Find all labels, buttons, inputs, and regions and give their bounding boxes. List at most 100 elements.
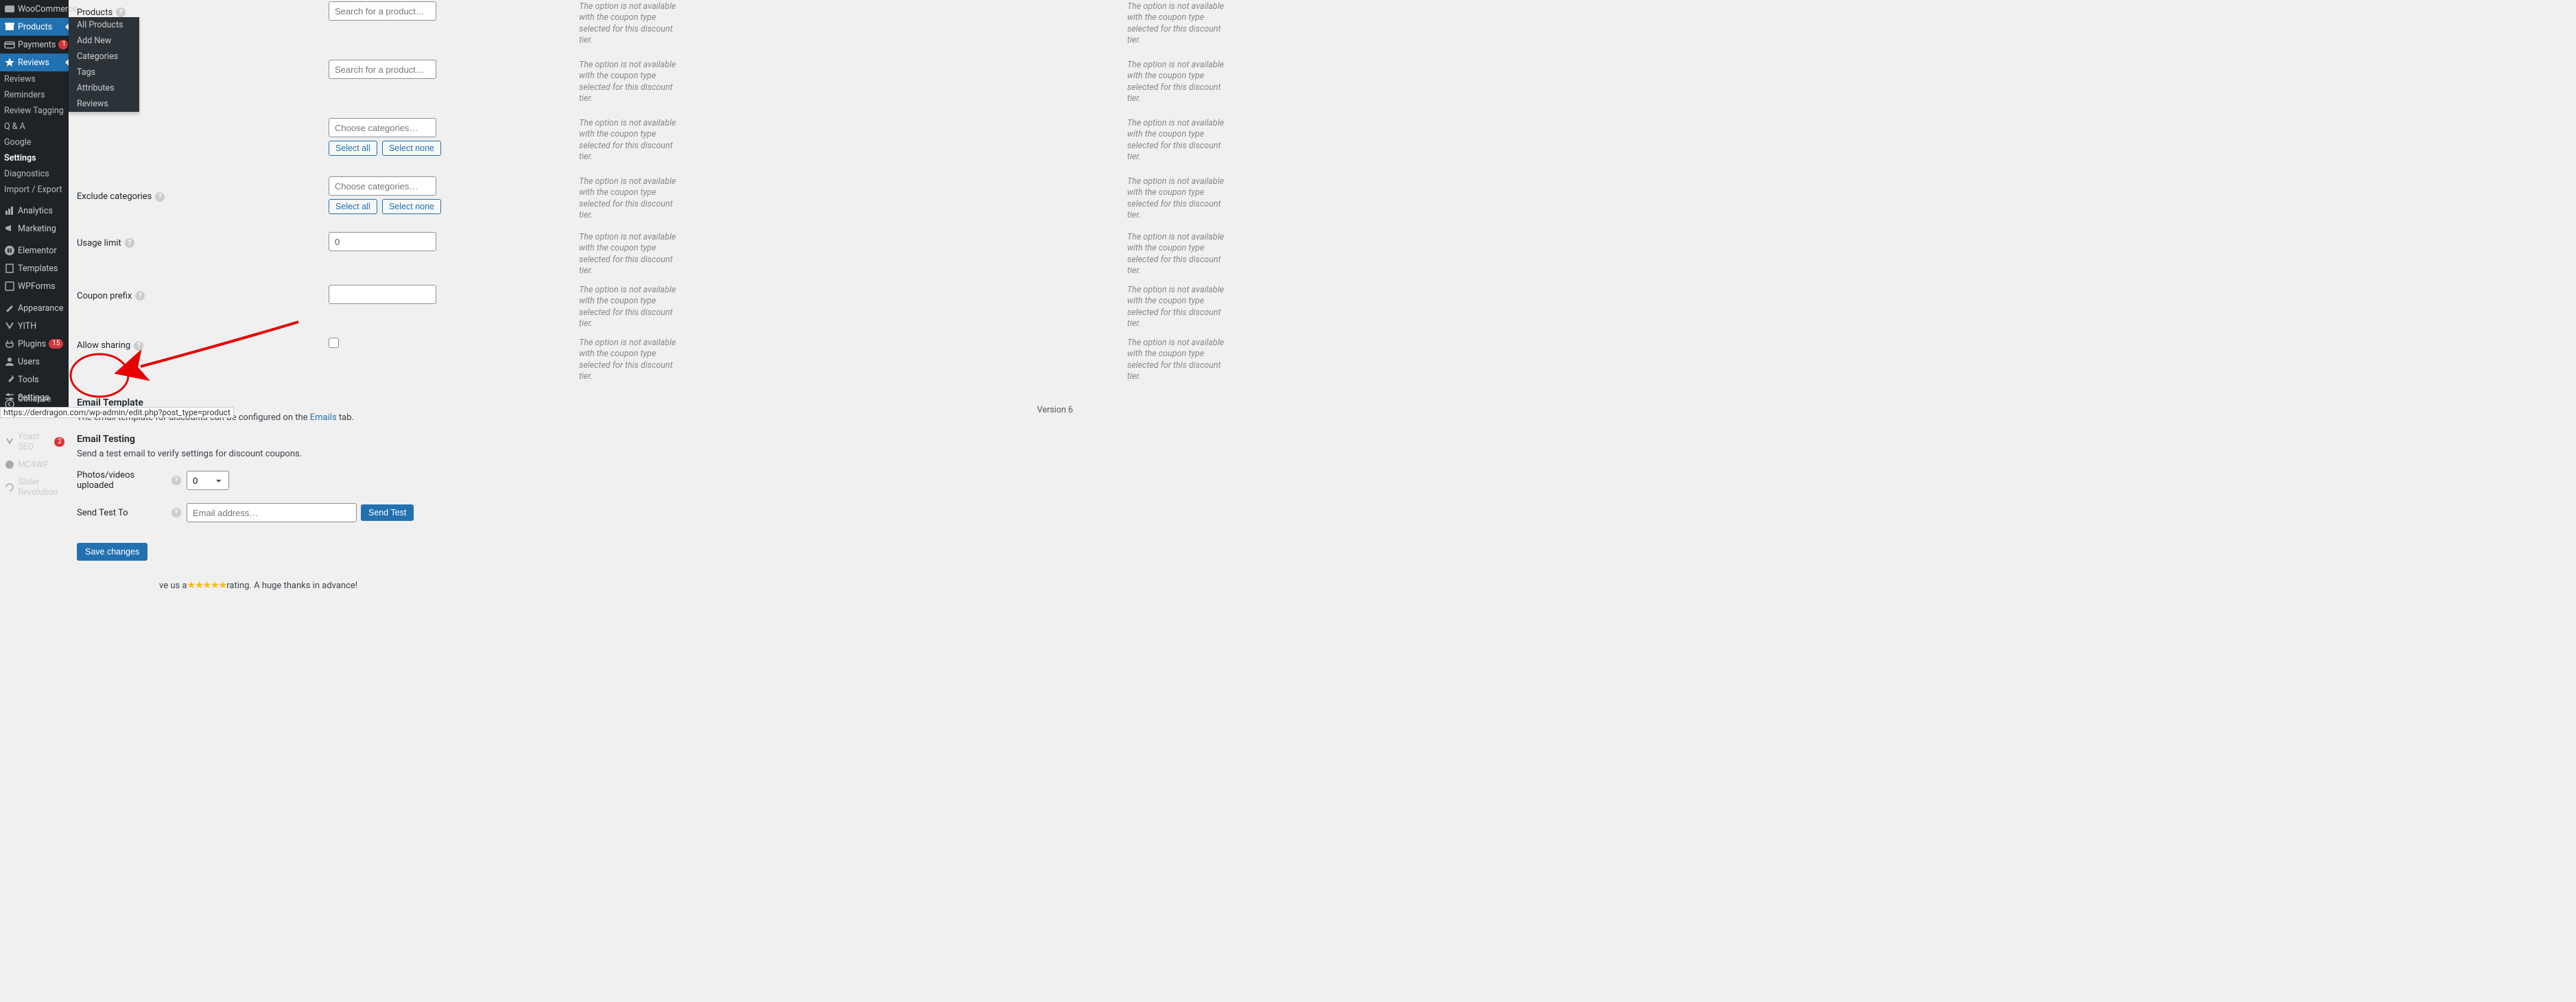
sidebar-item-plugins[interactable]: Plugins 15	[0, 335, 69, 353]
badge: 2	[54, 437, 64, 447]
products-search-input-2[interactable]	[329, 60, 436, 79]
sidebar-sub-settings[interactable]: Settings	[0, 150, 69, 166]
allow-sharing-checkbox[interactable]	[329, 338, 339, 348]
select-none-button[interactable]: Select none	[382, 199, 441, 214]
sidebar-label: Slider Revolution	[18, 477, 64, 498]
save-changes-button[interactable]: Save changes	[77, 543, 147, 561]
sidebar-label: Appearance	[18, 303, 64, 314]
user-icon	[4, 356, 15, 367]
sidebar-item-templates[interactable]: Templates	[0, 259, 69, 277]
select-none-button[interactable]: Select none	[382, 141, 441, 156]
sidebar-item-wpforms[interactable]: WPForms	[0, 277, 69, 295]
categories-input[interactable]	[329, 118, 436, 137]
sidebar-sub-google[interactable]: Google	[0, 135, 69, 150]
sidebar-label: Elementor	[18, 246, 57, 256]
form-row-usage-limit: Usage limit The option is not available …	[77, 232, 1067, 277]
elementor-icon	[4, 245, 15, 256]
sidebar-item-appearance[interactable]: Appearance	[0, 299, 69, 317]
form-row-categories: Select all Select none The option is not…	[77, 118, 1067, 163]
email-testing-description: Send a test email to verify settings for…	[77, 449, 1067, 459]
emails-link[interactable]: Emails	[310, 412, 337, 423]
sidebar-item-yith[interactable]: YITH	[0, 317, 69, 335]
footer-rating: ve us a ★★★★★ rating. A huge thanks in a…	[77, 580, 1067, 591]
note-unavailable: The option is not available with the cou…	[1127, 232, 1230, 277]
note-unavailable: The option is not available with the cou…	[1127, 285, 1230, 329]
flyout-tags[interactable]: Tags	[69, 65, 139, 80]
help-icon[interactable]	[155, 192, 165, 202]
form-row-products: Products The option is not available wit…	[77, 1, 1067, 46]
sidebar-label: YITH	[18, 321, 36, 331]
wrench-icon	[4, 374, 15, 385]
sidebar-item-products[interactable]: Products	[0, 18, 69, 36]
form-row-allow-sharing: Allow sharing The option is not availabl…	[77, 338, 1067, 382]
label-exclude-categories: Exclude categories	[77, 191, 152, 202]
usage-limit-input[interactable]	[329, 232, 436, 251]
exclude-categories-input[interactable]	[329, 176, 436, 196]
coupon-prefix-input[interactable]	[329, 285, 436, 304]
sidebar-item-reviews[interactable]: Reviews	[0, 54, 69, 71]
label-allow-sharing: Allow sharing	[77, 340, 130, 351]
sidebar-sub-reminders[interactable]: Reminders	[0, 87, 69, 103]
megaphone-icon	[4, 223, 15, 234]
sidebar-item-tools[interactable]: Tools	[0, 371, 69, 388]
sidebar-label: Yoast SEO	[18, 432, 51, 452]
help-icon[interactable]	[116, 8, 126, 17]
note-unavailable: The option is not available with the cou…	[1127, 60, 1230, 104]
label-photos-uploaded: Photos/videos uploaded	[77, 470, 168, 491]
badge: 15	[49, 339, 63, 349]
sidebar-item-users[interactable]: Users	[0, 353, 69, 371]
yith-icon	[4, 321, 15, 331]
sidebar-sub-qa[interactable]: Q & A	[0, 119, 69, 135]
woocommerce-icon	[4, 3, 15, 14]
sidebar-sub-review-tagging[interactable]: Review Tagging	[0, 103, 69, 119]
sidebar-item-mc4wp[interactable]: MC4WP	[0, 456, 69, 474]
sidebar-sub-import-export[interactable]: Import / Export	[0, 182, 69, 198]
sidebar-item-marketing[interactable]: Marketing	[0, 220, 69, 237]
flyout-all-products[interactable]: All Products	[69, 17, 139, 33]
archive-icon	[4, 21, 15, 32]
sidebar-item-payments[interactable]: Payments 1	[0, 36, 69, 54]
wpforms-icon	[4, 281, 15, 292]
badge: 1	[58, 40, 68, 49]
help-icon[interactable]	[125, 238, 134, 248]
form-row-send-test-to: Send Test To Send Test	[77, 503, 1067, 522]
version-text: Version 6	[1037, 405, 1073, 415]
sidebar-item-elementor[interactable]: Elementor	[0, 242, 69, 259]
sidebar-item-yoast[interactable]: Yoast SEO 2	[0, 428, 69, 456]
sidebar-item-analytics[interactable]: Analytics	[0, 202, 69, 220]
flyout-attributes[interactable]: Attributes	[69, 80, 139, 96]
help-icon[interactable]	[172, 508, 181, 517]
help-icon[interactable]	[134, 341, 143, 351]
note-unavailable: The option is not available with the cou…	[579, 176, 682, 221]
sidebar-item-slider[interactable]: Slider Revolution	[0, 474, 69, 501]
products-search-input[interactable]	[329, 1, 436, 21]
flyout-categories[interactable]: Categories	[69, 49, 139, 65]
main-content: Products The option is not available wit…	[69, 0, 1076, 418]
form-row-products-2: The option is not available with the cou…	[77, 60, 1067, 104]
browser-statusbar: https://derdragon.com/wp-admin/edit.php?…	[0, 407, 234, 418]
send-test-email-input[interactable]	[187, 503, 357, 522]
sidebar-item-woocommerce[interactable]: WooCommerce	[0, 0, 69, 18]
plug-icon	[4, 338, 15, 349]
mailchimp-icon	[4, 459, 15, 470]
sidebar-sub-diagnostics[interactable]: Diagnostics	[0, 166, 69, 182]
brush-icon	[4, 303, 15, 314]
sidebar-label: Plugins	[18, 339, 46, 349]
send-test-button[interactable]: Send Test	[361, 504, 414, 521]
sidebar-label: Marketing	[18, 224, 56, 234]
photos-uploaded-select[interactable]: 0	[187, 471, 229, 490]
help-icon[interactable]	[172, 476, 181, 485]
label-usage-limit: Usage limit	[77, 238, 121, 248]
note-unavailable: The option is not available with the cou…	[1127, 338, 1230, 382]
flyout-add-new[interactable]: Add New	[69, 33, 139, 49]
sidebar-label: WPForms	[18, 281, 56, 292]
sidebar-label: Reviews	[18, 58, 49, 68]
sidebar-sub-reviews[interactable]: Reviews	[0, 71, 69, 87]
note-unavailable: The option is not available with the cou…	[579, 1, 682, 46]
flyout-reviews[interactable]: Reviews	[69, 96, 139, 112]
form-row-coupon-prefix: Coupon prefix The option is not availabl…	[77, 285, 1067, 329]
rating-stars-icon[interactable]: ★★★★★	[187, 580, 227, 591]
select-all-button[interactable]: Select all	[329, 199, 377, 214]
select-all-button[interactable]: Select all	[329, 141, 377, 156]
help-icon[interactable]	[135, 291, 145, 301]
